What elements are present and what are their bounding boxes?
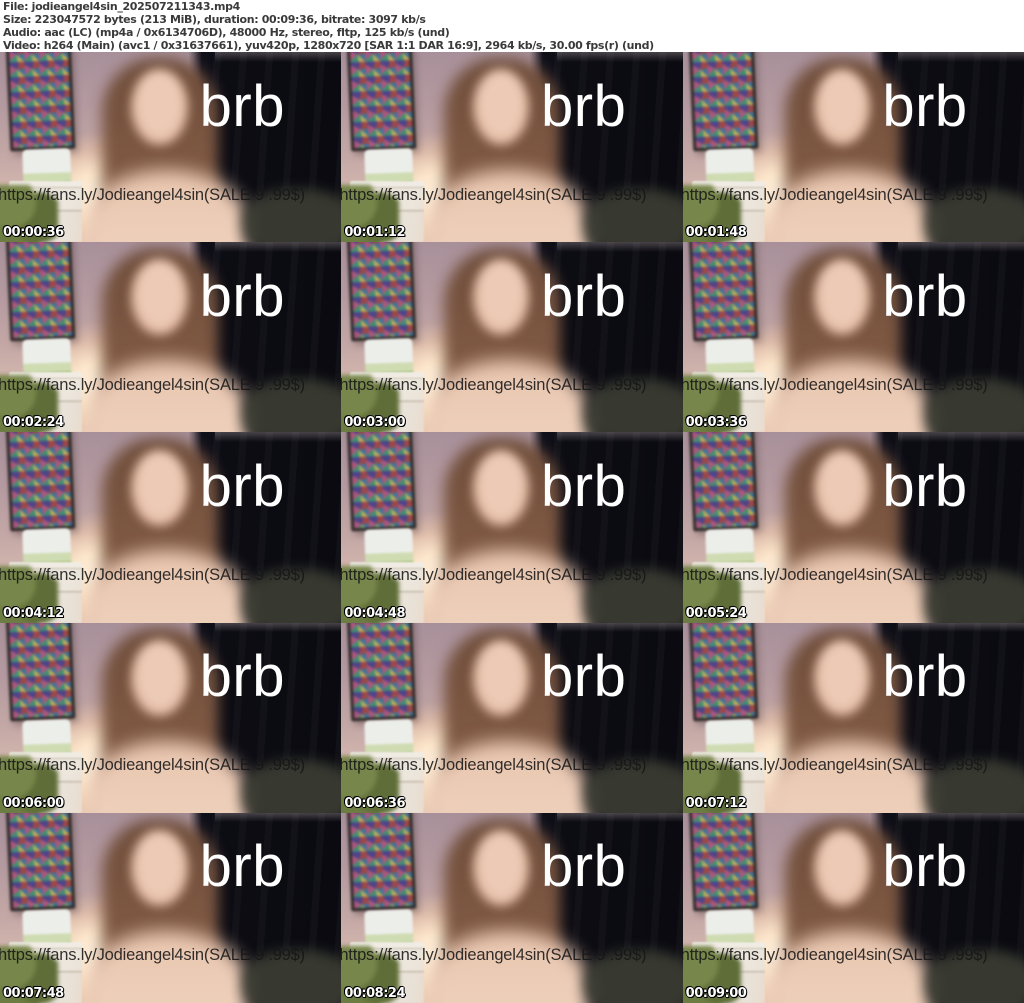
wall-art-decor [5,242,75,341]
wall-art-decor [688,432,758,531]
video-thumbnail: brb https://fans.ly/Jodieangel4sin(SALE … [682,622,1024,813]
brb-overlay-text: brb [882,454,968,520]
video-thumbnail: brb https://fans.ly/Jodieangel4sin(SALE … [682,52,1024,243]
figure-blur-decor [131,449,188,526]
figure-blur-decor [131,639,188,716]
watermark-url-text: https://fans.ly/Jodieangel4sin(SALE 9 .9… [0,946,305,965]
media-info-header: File: jodieangel4sin_202507211343.mp4 Si… [0,0,1024,52]
wall-art-decor [5,52,75,151]
watermark-url-text: https://fans.ly/Jodieangel4sin(SALE 9 .9… [341,946,647,965]
video-thumbnail: brb https://fans.ly/Jodieangel4sin(SALE … [0,242,342,433]
wall-art-decor [346,242,417,341]
brb-overlay-text: brb [541,454,627,520]
watermark-url-text: https://fans.ly/Jodieangel4sin(SALE 9 .9… [341,566,647,585]
video-thumbnail: brb https://fans.ly/Jodieangel4sin(SALE … [0,432,342,623]
brb-overlay-text: brb [882,644,968,710]
timestamp-overlay: 00:04:12 [3,605,64,621]
video-thumbnail: brb https://fans.ly/Jodieangel4sin(SALE … [0,812,342,1003]
wall-art-decor [5,432,75,531]
figure-blur-decor [131,259,188,336]
brb-overlay-text: brb [199,263,285,329]
figure-blur-decor [131,69,188,146]
figure-blur-decor [472,259,530,336]
timestamp-overlay: 00:08:24 [344,985,405,1001]
watermark-url-text: https://fans.ly/Jodieangel4sin(SALE 9 .9… [0,375,305,394]
timestamp-overlay: 00:07:48 [3,985,64,1001]
timestamp-overlay: 00:01:48 [685,225,747,241]
timestamp-overlay: 00:07:12 [685,795,747,811]
figure-blur-decor [814,829,871,906]
video-info-line: Video: h264 (Main) (avc1 / 0x31637661), … [3,39,654,52]
watermark-url-text: https://fans.ly/Jodieangel4sin(SALE 9 .9… [682,756,988,775]
watermark-url-text: https://fans.ly/Jodieangel4sin(SALE 9 .9… [682,566,988,585]
wall-art-decor [346,622,417,721]
figure-blur-decor [472,639,530,716]
watermark-url-text: https://fans.ly/Jodieangel4sin(SALE 9 .9… [0,756,305,775]
figure-blur-decor [131,829,188,906]
video-thumbnail: brb https://fans.ly/Jodieangel4sin(SALE … [682,242,1024,433]
watermark-url-text: https://fans.ly/Jodieangel4sin(SALE 9 .9… [0,185,305,204]
thumbnail-grid: brb https://fans.ly/Jodieangel4sin(SALE … [0,52,1024,1003]
wall-art-decor [688,812,758,912]
video-thumbnail: brb https://fans.ly/Jodieangel4sin(SALE … [341,432,683,623]
video-thumbnail: brb https://fans.ly/Jodieangel4sin(SALE … [0,52,342,243]
timestamp-overlay: 00:06:00 [3,795,64,811]
timestamp-overlay: 00:00:36 [3,225,64,241]
wall-art-decor [346,52,417,151]
watermark-url-text: https://fans.ly/Jodieangel4sin(SALE 9 .9… [682,185,988,204]
brb-overlay-text: brb [882,73,968,139]
figure-blur-decor [472,69,530,146]
timestamp-overlay: 00:05:24 [685,605,747,621]
timestamp-overlay: 00:03:36 [685,415,747,431]
timestamp-overlay: 00:02:24 [3,415,64,431]
brb-overlay-text: brb [199,454,285,520]
brb-overlay-text: brb [541,834,627,900]
timestamp-overlay: 00:01:12 [344,225,405,241]
watermark-url-text: https://fans.ly/Jodieangel4sin(SALE 9 .9… [682,946,988,965]
timestamp-overlay: 00:06:36 [344,795,405,811]
video-thumbnail: brb https://fans.ly/Jodieangel4sin(SALE … [341,242,683,433]
figure-blur-decor [814,69,871,146]
wall-art-decor [688,622,758,721]
video-thumbnail: brb https://fans.ly/Jodieangel4sin(SALE … [341,622,683,813]
brb-overlay-text: brb [882,834,968,900]
watermark-url-text: https://fans.ly/Jodieangel4sin(SALE 9 .9… [341,756,647,775]
watermark-url-text: https://fans.ly/Jodieangel4sin(SALE 9 .9… [341,185,647,204]
watermark-url-text: https://fans.ly/Jodieangel4sin(SALE 9 .9… [341,375,647,394]
brb-overlay-text: brb [541,644,627,710]
timestamp-overlay: 00:03:00 [344,415,405,431]
wall-art-decor [346,432,417,531]
file-info-line: File: jodieangel4sin_202507211343.mp4 [3,0,240,13]
figure-blur-decor [814,639,871,716]
video-thumbnail: brb https://fans.ly/Jodieangel4sin(SALE … [341,52,683,243]
brb-overlay-text: brb [882,263,968,329]
brb-overlay-text: brb [199,73,285,139]
brb-overlay-text: brb [199,834,285,900]
timestamp-overlay: 00:04:48 [344,605,405,621]
wall-art-decor [688,52,758,151]
wall-art-decor [346,812,417,912]
brb-overlay-text: brb [541,73,627,139]
watermark-url-text: https://fans.ly/Jodieangel4sin(SALE 9 .9… [682,375,988,394]
figure-blur-decor [814,449,871,526]
video-thumbnail: brb https://fans.ly/Jodieangel4sin(SALE … [682,812,1024,1003]
brb-overlay-text: brb [199,644,285,710]
audio-info-line: Audio: aac (LC) (mp4a / 0x6134706D), 480… [3,26,450,39]
video-thumbnail: brb https://fans.ly/Jodieangel4sin(SALE … [682,432,1024,623]
timestamp-overlay: 00:09:00 [685,985,747,1001]
watermark-url-text: https://fans.ly/Jodieangel4sin(SALE 9 .9… [0,566,305,585]
figure-blur-decor [472,829,530,906]
brb-overlay-text: brb [541,263,627,329]
video-thumbnail: brb https://fans.ly/Jodieangel4sin(SALE … [0,622,342,813]
video-thumbnail: brb https://fans.ly/Jodieangel4sin(SALE … [341,812,683,1003]
figure-blur-decor [472,449,530,526]
wall-art-decor [5,622,75,721]
wall-art-decor [5,812,75,912]
size-info-line: Size: 223047572 bytes (213 MiB), duratio… [3,13,426,26]
wall-art-decor [688,242,758,341]
